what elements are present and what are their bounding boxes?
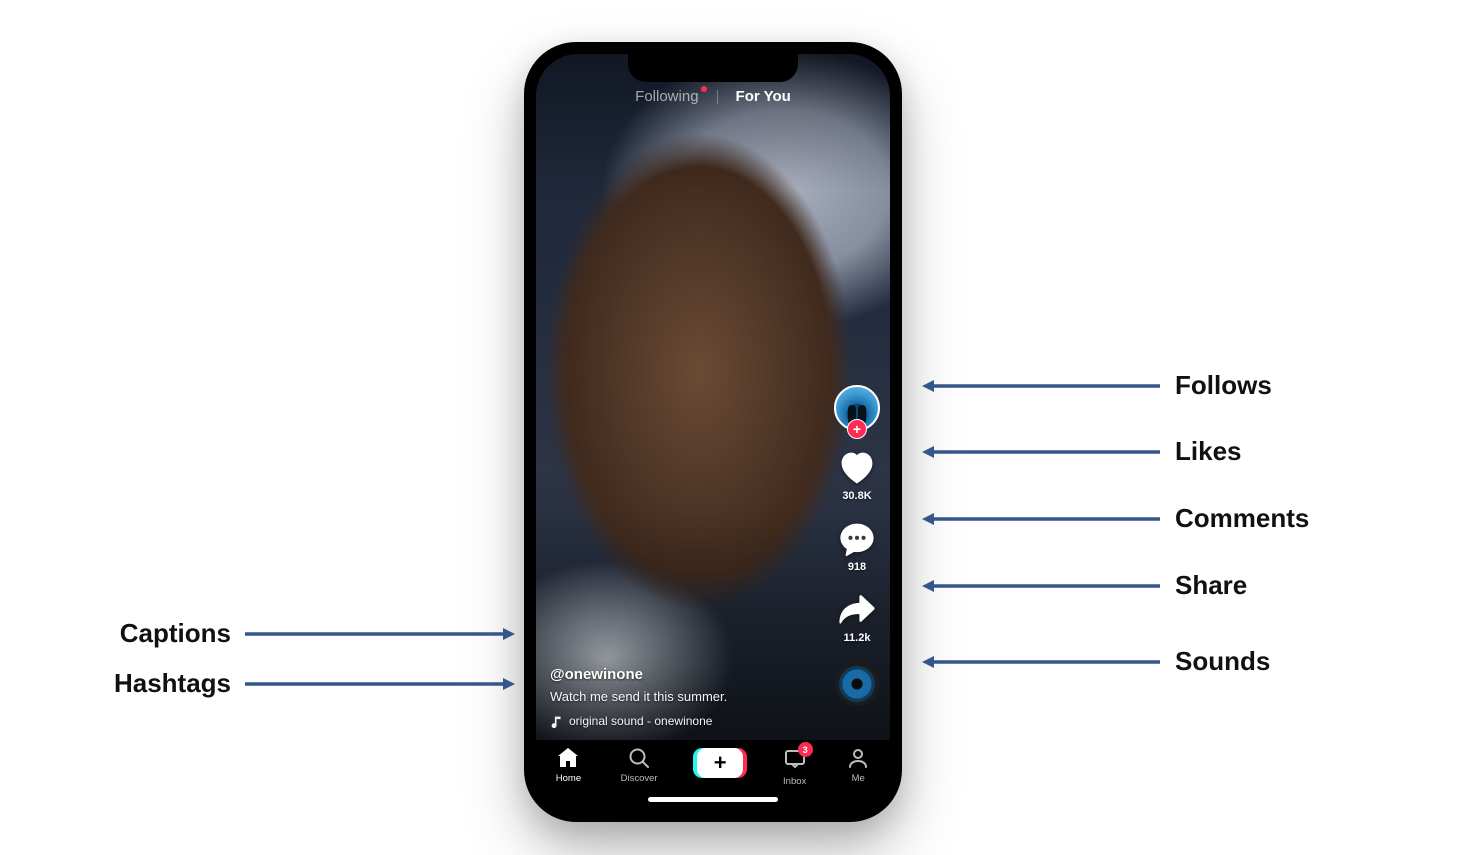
tab-following[interactable]: Following bbox=[635, 88, 698, 105]
comment-count: 918 bbox=[848, 561, 866, 573]
follow-plus-icon[interactable]: + bbox=[847, 419, 867, 439]
label-follows: Follows bbox=[1175, 370, 1272, 401]
profile-follow-button[interactable]: + bbox=[834, 385, 880, 431]
action-rail: + 30.8K 918 bbox=[834, 385, 880, 706]
phone-notch bbox=[628, 54, 798, 82]
arrow-comments bbox=[920, 511, 1160, 531]
creator-avatar-wrap: + bbox=[834, 385, 880, 431]
share-icon bbox=[838, 591, 876, 629]
arrow-follows bbox=[920, 378, 1160, 398]
nav-inbox[interactable]: 3 Inbox bbox=[783, 746, 807, 787]
phone-frame: Following For You + 30.8K bbox=[524, 42, 902, 822]
nav-inbox-label: Inbox bbox=[783, 776, 806, 787]
like-button[interactable]: 30.8K bbox=[838, 449, 876, 502]
sound-disc-icon bbox=[835, 662, 879, 706]
label-likes: Likes bbox=[1175, 436, 1242, 467]
arrow-hashtags bbox=[245, 676, 517, 696]
sound-button[interactable] bbox=[835, 662, 879, 706]
caption-text[interactable]: Watch me send it this summer. bbox=[550, 689, 800, 704]
person-icon bbox=[846, 746, 870, 770]
nav-home-label: Home bbox=[556, 773, 581, 784]
phone-screen: Following For You + 30.8K bbox=[536, 54, 890, 810]
home-indicator bbox=[648, 797, 778, 802]
comment-button[interactable]: 918 bbox=[838, 520, 876, 573]
inbox-badge: 3 bbox=[798, 742, 813, 757]
arrow-share bbox=[920, 578, 1160, 598]
nav-home[interactable]: Home bbox=[556, 746, 581, 784]
nav-discover[interactable]: Discover bbox=[621, 746, 658, 784]
label-hashtags: Hashtags bbox=[114, 668, 231, 699]
label-comments: Comments bbox=[1175, 503, 1309, 534]
arrow-sounds bbox=[920, 654, 1160, 674]
caption-block: @onewinone Watch me send it this summer.… bbox=[550, 666, 800, 728]
tab-for-you[interactable]: For You bbox=[736, 88, 791, 105]
search-icon bbox=[627, 746, 651, 770]
like-count: 30.8K bbox=[842, 490, 871, 502]
following-new-dot bbox=[701, 86, 707, 92]
music-note-icon bbox=[550, 715, 563, 728]
sound-row[interactable]: original sound - onewinone bbox=[550, 714, 800, 728]
creator-username[interactable]: @onewinone bbox=[550, 666, 800, 683]
comment-icon bbox=[838, 520, 876, 558]
heart-icon bbox=[838, 449, 876, 487]
tab-for-you-label: For You bbox=[736, 88, 791, 105]
nav-me[interactable]: Me bbox=[846, 746, 870, 784]
arrow-captions bbox=[245, 626, 517, 646]
label-share: Share bbox=[1175, 570, 1247, 601]
label-sounds: Sounds bbox=[1175, 646, 1270, 677]
feed-tab-separator bbox=[717, 90, 718, 104]
tab-following-label: Following bbox=[635, 88, 698, 105]
share-button[interactable]: 11.2k bbox=[838, 591, 876, 644]
home-icon bbox=[556, 746, 580, 770]
feed-tabs: Following For You bbox=[536, 88, 890, 105]
share-count: 11.2k bbox=[844, 632, 871, 644]
sound-name: original sound - onewinone bbox=[569, 714, 712, 728]
nav-create[interactable]: + bbox=[697, 748, 743, 778]
plus-icon: + bbox=[697, 748, 743, 778]
nav-discover-label: Discover bbox=[621, 773, 658, 784]
label-captions: Captions bbox=[120, 618, 231, 649]
nav-me-label: Me bbox=[852, 773, 865, 784]
arrow-likes bbox=[920, 444, 1160, 464]
